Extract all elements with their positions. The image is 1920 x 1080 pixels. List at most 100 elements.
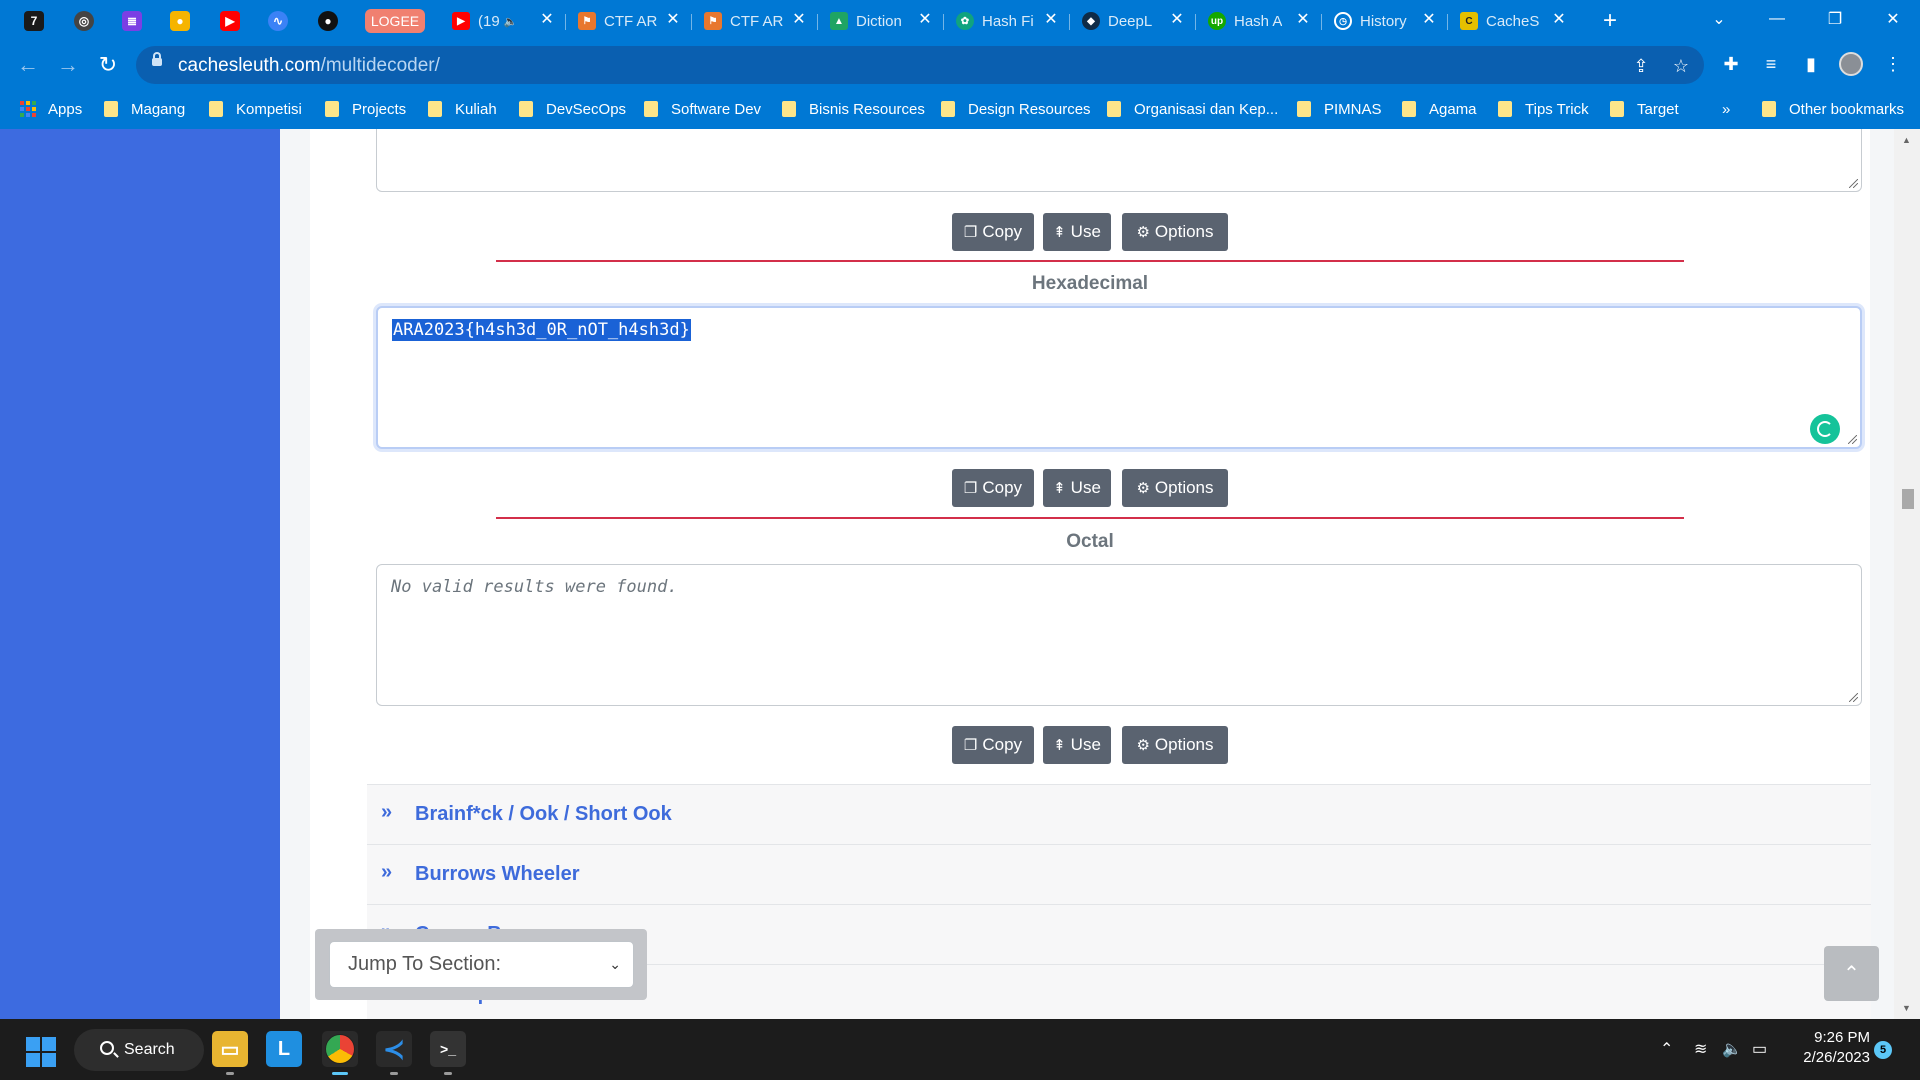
resize-handle-icon[interactable]	[1848, 435, 1858, 445]
tab-deepl[interactable]: ◆ DeepL ✕	[1070, 6, 1196, 36]
resize-handle-icon[interactable]	[1849, 179, 1859, 189]
terminal-icon[interactable]: >_	[430, 1031, 466, 1075]
use-button[interactable]: ⇞ Use	[1043, 213, 1111, 251]
scroll-to-top-button[interactable]: ⌃	[1824, 946, 1879, 1001]
tab-ctf-2[interactable]: ⚑ CTF AR ✕	[692, 6, 818, 36]
tab-hash-finder[interactable]: ✿ Hash Fi ✕	[944, 6, 1070, 36]
close-tab-icon[interactable]: ✕	[1042, 11, 1060, 29]
bookmark-folder[interactable]: PIMNAS	[1297, 97, 1382, 121]
jump-to-section-select[interactable]: Jump To Section: ⌄	[329, 941, 634, 988]
copy-button[interactable]: ❐ Copy	[952, 213, 1034, 251]
accordion-burrows-wheeler[interactable]: » Burrows Wheeler	[367, 844, 1871, 904]
bookmark-star-icon[interactable]: ☆	[1670, 55, 1692, 77]
copy-button[interactable]: ❐ Copy	[952, 469, 1034, 507]
options-button[interactable]: ⚙ Options	[1122, 469, 1228, 507]
page-scrollbar[interactable]: ▲ ▼	[1894, 129, 1920, 1019]
bookmark-folder[interactable]: Projects	[325, 97, 406, 121]
scroll-up-arrow-icon[interactable]: ▲	[1902, 135, 1911, 145]
bookmark-folder[interactable]: Magang	[104, 97, 185, 121]
windows-start-icon[interactable]	[26, 1037, 56, 1067]
letter-l-app-icon[interactable]: L	[266, 1031, 302, 1067]
tab-search-button[interactable]: ⌄	[1690, 0, 1748, 38]
pinned-tab-notes[interactable]: ≣	[112, 6, 152, 36]
tray-chevron-up-icon[interactable]: ⌃	[1660, 1039, 1673, 1059]
options-button[interactable]: ⚙ Options	[1122, 726, 1228, 764]
file-explorer-icon[interactable]: ▭	[212, 1031, 248, 1075]
volume-icon[interactable]: 🔈	[1722, 1039, 1742, 1059]
close-tab-icon[interactable]: ✕	[1420, 11, 1438, 29]
pinned-tab-github[interactable]: ●	[308, 6, 348, 36]
bookmark-folder[interactable]: Bisnis Resources	[782, 97, 925, 121]
profile-avatar[interactable]	[1838, 51, 1864, 77]
folder-icon	[1402, 101, 1416, 117]
wifi-icon[interactable]: ≋	[1694, 1039, 1707, 1059]
pinned-tab-ctf[interactable]: 7	[14, 6, 54, 36]
close-tab-icon[interactable]: ✕	[1294, 11, 1312, 29]
reload-icon[interactable]: ↻	[94, 51, 122, 79]
close-tab-icon[interactable]: ✕	[1550, 11, 1568, 29]
tab-history[interactable]: ◷ History ✕	[1322, 6, 1448, 36]
close-tab-icon[interactable]: ✕	[538, 11, 556, 29]
minimize-button[interactable]: —	[1748, 0, 1806, 38]
tab-dictionary[interactable]: ▲ Diction ✕	[818, 6, 944, 36]
tab-youtube[interactable]: ▶ (19 🔈 ✕	[440, 6, 566, 36]
pinned-tab-keep[interactable]: ●	[160, 6, 200, 36]
bookmark-folder[interactable]: DevSecOps	[519, 97, 626, 121]
tab-hash-analyzer[interactable]: up Hash A ✕	[1196, 6, 1322, 36]
resize-handle-icon[interactable]	[1849, 693, 1859, 703]
close-tab-icon[interactable]: ✕	[916, 11, 934, 29]
bookmark-folder[interactable]: Tips Trick	[1498, 97, 1589, 121]
close-tab-icon[interactable]: ✕	[664, 11, 682, 29]
pinned-tab-youtube[interactable]: ▶	[210, 6, 250, 36]
extensions-puzzle-icon[interactable]: ✚	[1718, 51, 1744, 77]
close-window-button[interactable]: ✕	[1864, 0, 1920, 38]
bookmark-folder[interactable]: Kuliah	[428, 97, 497, 121]
bookmark-other[interactable]: Other bookmarks	[1762, 97, 1904, 121]
accordion-brainfuck[interactable]: » Brainf*ck / Ook / Short Ook	[367, 784, 1871, 844]
restore-button[interactable]: ❐	[1806, 0, 1864, 38]
previous-output-textarea[interactable]	[376, 129, 1862, 192]
use-button[interactable]: ⇞ Use	[1043, 469, 1111, 507]
bookmark-folder[interactable]: Target	[1610, 97, 1679, 121]
battery-icon[interactable]: ▭	[1752, 1039, 1767, 1059]
bookmark-apps[interactable]: Apps	[20, 97, 82, 121]
bookmark-folder[interactable]: Kompetisi	[209, 97, 302, 121]
new-tab-button[interactable]: +	[1596, 8, 1624, 36]
selected-flag-text[interactable]: ARA2023{h4sh3d_0R_nOT_h4sh3d}	[392, 319, 691, 341]
bookmark-folder[interactable]: Design Resources	[941, 97, 1091, 121]
bookmarks-overflow-chevron-icon[interactable]: »	[1722, 97, 1730, 121]
bookmark-folder[interactable]: Software Dev	[644, 97, 761, 121]
hexadecimal-output-textarea[interactable]: ARA2023{h4sh3d_0R_nOT_h4sh3d}	[376, 306, 1862, 449]
menu-kebab-icon[interactable]: ⋮	[1880, 51, 1906, 77]
grammarly-icon[interactable]	[1810, 414, 1840, 444]
chrome-icon[interactable]	[322, 1031, 358, 1075]
taskbar-search-button[interactable]: Search	[74, 1029, 204, 1071]
chevron-down-icon: ⌄	[609, 956, 621, 972]
taskbar-clock[interactable]: 9:26 PM 2/26/2023	[1790, 1028, 1870, 1068]
forward-arrow-icon[interactable]: →	[54, 51, 82, 79]
address-bar[interactable]: cachesleuth.com/multidecoder/ ⇪ ☆	[136, 46, 1704, 84]
close-tab-icon[interactable]: ✕	[1168, 11, 1186, 29]
side-panel-icon[interactable]: ▮	[1798, 51, 1824, 77]
share-icon[interactable]: ⇪	[1630, 55, 1652, 77]
use-button[interactable]: ⇞ Use	[1043, 726, 1111, 764]
octal-output-textarea[interactable]: No valid results were found.	[376, 564, 1862, 706]
notification-badge[interactable]: 5	[1874, 1041, 1892, 1059]
tab-ctf-1[interactable]: ⚑ CTF AR ✕	[566, 6, 692, 36]
media-queue-icon[interactable]: ≡	[1758, 51, 1784, 77]
bookmark-folder[interactable]: Organisasi dan Kep...	[1107, 97, 1278, 121]
windows-taskbar: Search ▭ L ≺ >_ ⌃ ≋ 🔈 ▭ 9:26 PM 2/26/202…	[0, 1019, 1920, 1080]
bookmark-folder[interactable]: Agama	[1402, 97, 1477, 121]
pinned-tab-globe[interactable]: ◎	[64, 6, 104, 36]
options-button[interactable]: ⚙ Options	[1122, 213, 1228, 251]
pinned-tab-messenger[interactable]: ∿	[258, 6, 298, 36]
vscode-icon[interactable]: ≺	[376, 1031, 412, 1075]
close-tab-icon[interactable]: ✕	[790, 11, 808, 29]
scroll-down-arrow-icon[interactable]: ▼	[1902, 1003, 1911, 1013]
tab-group-logee[interactable]: LOGEE	[365, 9, 425, 33]
tab-cachesleuth-active[interactable]: C CacheS ✕	[1448, 6, 1578, 36]
back-arrow-icon[interactable]: ←	[14, 51, 42, 79]
scrollbar-thumb[interactable]	[1902, 489, 1914, 509]
copy-button[interactable]: ❐ Copy	[952, 726, 1034, 764]
url-text[interactable]: cachesleuth.com/multidecoder/	[178, 55, 440, 77]
